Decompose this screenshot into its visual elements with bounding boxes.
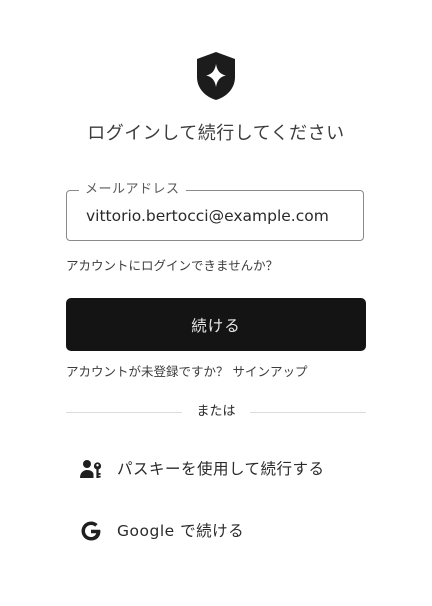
google-button[interactable]: Google で続ける xyxy=(66,511,366,551)
email-input[interactable] xyxy=(86,205,356,227)
divider-line-right xyxy=(250,412,366,413)
divider: または xyxy=(66,400,366,424)
user-key-icon xyxy=(80,460,102,478)
google-g-icon xyxy=(81,521,101,541)
passkey-button[interactable]: パスキーを使用して続行する xyxy=(66,449,366,489)
email-field-label: メールアドレス xyxy=(79,181,186,199)
shield-logo-icon xyxy=(197,52,235,100)
signup-link[interactable]: アカウントが未登録ですか？ サインアップ xyxy=(66,363,307,381)
google-button-label: Google で続ける xyxy=(117,522,245,540)
page-title: ログインして続行してください xyxy=(87,123,345,144)
email-field[interactable]: メールアドレス xyxy=(66,181,364,241)
passkey-button-label: パスキーを使用して続行する xyxy=(117,460,325,478)
cannot-login-link[interactable]: アカウントにログインできませんか？ xyxy=(66,257,278,275)
continue-button[interactable]: 続ける xyxy=(66,298,366,351)
